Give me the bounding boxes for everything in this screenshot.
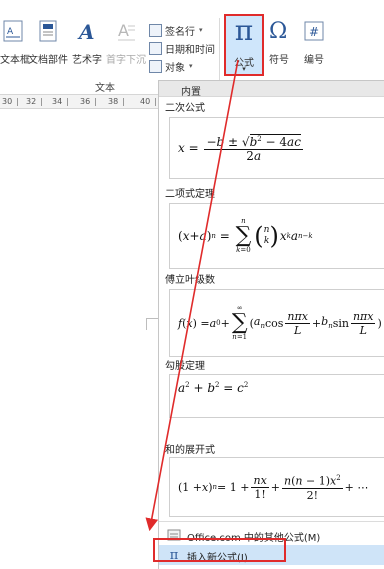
- ruler-tick: 30: [2, 97, 19, 106]
- page-margin-corner: [146, 318, 158, 330]
- object-button[interactable]: 对象 ▾: [149, 58, 193, 74]
- hash-icon: #: [304, 20, 324, 45]
- textbox-icon: A: [3, 20, 23, 45]
- object-label: 对象: [165, 62, 185, 74]
- chevron-down-icon: ▾: [199, 26, 203, 34]
- datetime-button[interactable]: 日期和时间: [149, 40, 215, 56]
- signature-line-button[interactable]: 签名行 ▾: [149, 22, 203, 38]
- gallery-header-label: 内置: [181, 87, 201, 98]
- svg-text:#: #: [309, 25, 319, 39]
- equation-pythagorean: a2 + b2 = c2: [178, 381, 249, 395]
- gallery-section-header: 内置: [159, 81, 384, 98]
- omega-icon: Ω: [268, 18, 290, 45]
- chevron-down-icon: ▾: [242, 65, 246, 73]
- equation-taylor: (1 + x) n = 1 + nx 1! + n(n − 1)x2 2! + ⋯: [178, 473, 369, 502]
- horizontal-ruler[interactable]: 30 32 34 36 38 40: [0, 95, 160, 109]
- wordart-label: 艺术字: [72, 55, 102, 66]
- number-label: 编号: [304, 55, 324, 66]
- equation-item-taylor[interactable]: (1 + x) n = 1 + nx 1! + n(n − 1)x2 2! + ⋯: [169, 457, 384, 517]
- equation-item-quadratic[interactable]: x = −b ± √b2 − 4ac 2a: [169, 117, 384, 179]
- group-text-label: 文本: [95, 83, 115, 94]
- dropcap-icon: A: [116, 20, 136, 45]
- document-page[interactable]: [0, 110, 160, 569]
- category-label: 和的展开式: [165, 445, 215, 456]
- datetime-label: 日期和时间: [165, 44, 215, 56]
- office-online-icon: [167, 528, 181, 542]
- object-icon: [149, 59, 162, 73]
- menu-divider: [159, 521, 384, 522]
- equation-quadratic: x = −b ± √b2 − 4ac 2a: [178, 134, 303, 163]
- textbox-button[interactable]: A 文本框: [0, 0, 30, 76]
- signature-icon: [149, 23, 162, 37]
- chevron-down-icon: ▾: [189, 62, 193, 70]
- svg-text:A: A: [7, 27, 14, 37]
- equation-item-binomial[interactable]: (x + a) n = n ∑ k=0(n k) x k a n−k: [169, 203, 384, 269]
- wordart-button[interactable]: A 艺术字: [70, 0, 104, 76]
- symbol-label: 符号: [269, 55, 289, 66]
- category-label: 傅立叶级数: [165, 275, 215, 286]
- number-button[interactable]: # 编号: [296, 0, 332, 76]
- textbox-label: 文本框: [0, 55, 30, 66]
- more-equations-label: Office.com 中的其他公式(M): [187, 533, 321, 544]
- docparts-button[interactable]: 文档部件: [28, 0, 68, 76]
- ruler-tick: 38: [108, 97, 125, 106]
- pi-icon: π: [234, 14, 254, 47]
- ruler-tick: 40: [140, 97, 157, 106]
- equation-binomial: (x + a) n = n ∑ k=0(n k) x k a n−k: [178, 217, 313, 254]
- svg-text:A: A: [77, 20, 95, 42]
- equation-fourier: f(x) = a0 + ∞ ∑ n=1(an cos nπx L + bn sin nπx…: [178, 304, 382, 341]
- dropcap-label: 首字下沉: [106, 55, 146, 66]
- insert-new-equation-label: 插入新公式(I): [187, 553, 248, 564]
- signature-label: 签名行: [165, 26, 195, 38]
- calendar-icon: [149, 41, 162, 55]
- svg-text:Ω: Ω: [269, 19, 287, 42]
- ruler-tick: 32: [26, 97, 43, 106]
- category-label: 二次公式: [165, 103, 205, 114]
- pi-icon: π: [169, 548, 179, 563]
- dropcap-button[interactable]: A 首字下沉: [106, 0, 146, 76]
- ruler-tick: 36: [80, 97, 97, 106]
- insert-new-equation-menu-item[interactable]: π 插入新公式(I): [159, 545, 384, 565]
- more-equations-menu-item[interactable]: Office.com 中的其他公式(M): [159, 525, 384, 545]
- formula-button[interactable]: π 公式 ▾: [224, 14, 264, 76]
- category-label: 二项式定理: [165, 189, 215, 200]
- category-label: 勾股定理: [165, 361, 205, 372]
- svg-text:A: A: [118, 21, 129, 40]
- docparts-label: 文档部件: [28, 55, 68, 66]
- docparts-icon: [38, 20, 58, 45]
- wordart-icon: A: [77, 20, 97, 45]
- equation-item-pythagorean[interactable]: a2 + b2 = c2: [169, 374, 384, 418]
- equation-gallery: 内置 二次公式 x = −b ± √b2 − 4ac 2a 二项式定理 (x + …: [158, 80, 384, 569]
- ruler-tick: 34: [52, 97, 69, 106]
- equation-item-fourier[interactable]: f(x) = a0 + ∞ ∑ n=1(an cos nπx L + bn sin nπx…: [169, 289, 384, 357]
- symbol-button[interactable]: Ω 符号: [264, 0, 294, 76]
